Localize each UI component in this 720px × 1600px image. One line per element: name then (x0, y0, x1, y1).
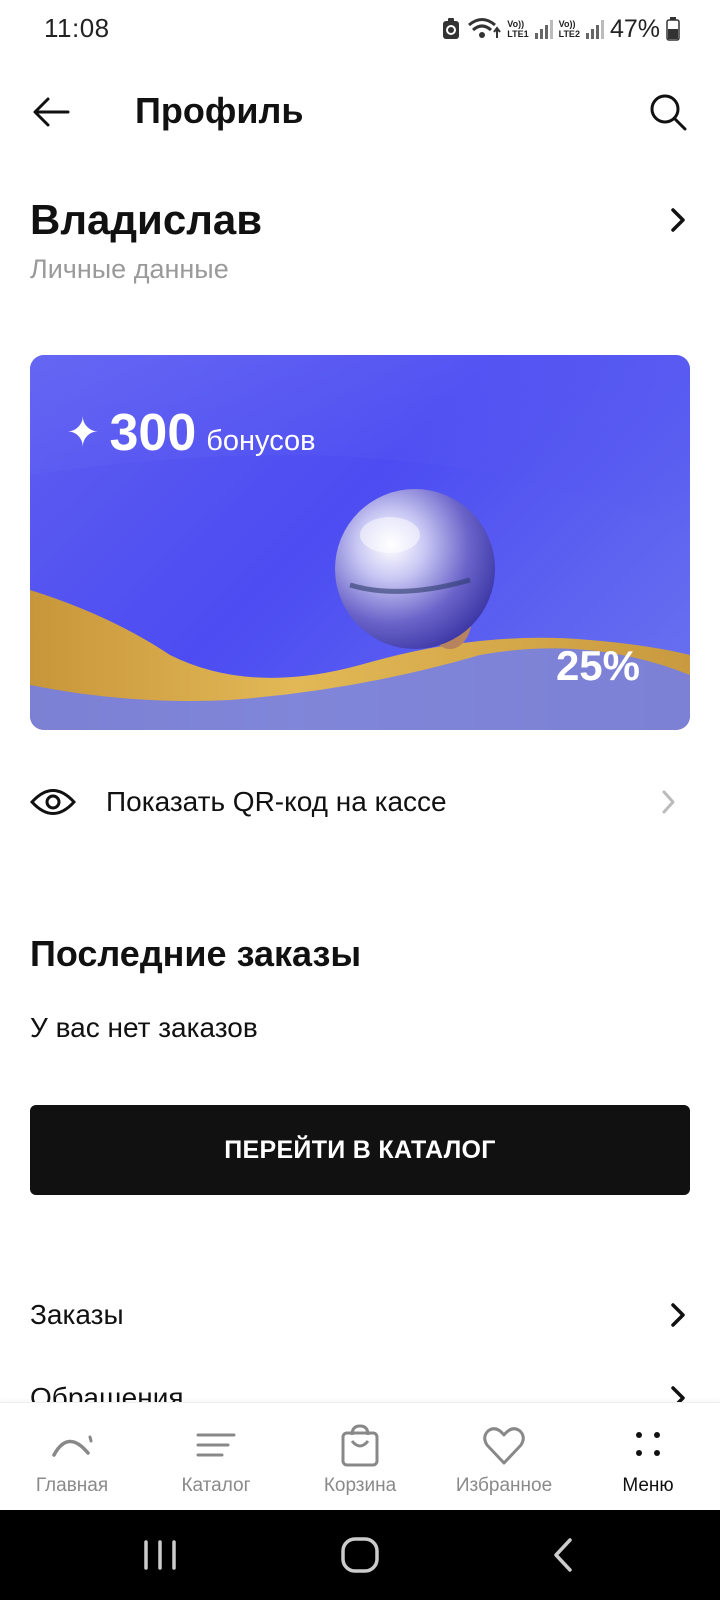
status-icons: Vo)) LTE1 Vo)) LTE2 47% (441, 12, 680, 46)
chevron-right-icon (671, 1303, 685, 1327)
go-to-catalog-button[interactable]: ПЕРЕЙТИ В КАТАЛОГ (30, 1105, 690, 1195)
signal-icon (534, 19, 553, 39)
nav-label: Каталог (181, 1475, 251, 1496)
recycle-icon (443, 18, 460, 39)
nav-label: Главная (35, 1475, 109, 1496)
dots-menu-icon (636, 1432, 660, 1456)
nav-home[interactable]: Главная (0, 1403, 144, 1510)
status-bar: 11:08 Vo)) LTE1 Vo)) LTE2 47% (0, 0, 720, 58)
signal-icon-2 (585, 19, 604, 39)
battery-percent: 47% (609, 14, 660, 43)
profile-link[interactable]: Владислав Личные данные (30, 196, 692, 296)
nav-cart[interactable]: Корзина (288, 1403, 432, 1510)
nav-menu[interactable]: Меню (576, 1403, 720, 1510)
search-icon[interactable] (644, 88, 692, 136)
orders-empty-text: У вас нет заказов (30, 1012, 258, 1043)
nav-label: Избранное (455, 1475, 553, 1496)
bonus-percent: 25% (555, 642, 640, 689)
nav-label: Корзина (323, 1475, 397, 1496)
home-arc-icon (52, 1435, 93, 1457)
profile-name: Владислав (30, 196, 263, 243)
chevron-right-icon (662, 790, 675, 814)
eye-icon (30, 789, 76, 815)
recent-orders-title: Последние заказы (30, 933, 362, 974)
home-icon[interactable] (336, 1532, 384, 1578)
recent-apps-icon[interactable] (136, 1532, 184, 1578)
menu-item-orders[interactable]: Заказы (30, 1285, 690, 1345)
bonus-card[interactable]: ✦ 300 бонусов 25% (30, 355, 690, 730)
sim1-indicator: Vo)) LTE1 (507, 19, 529, 39)
show-qr-row[interactable]: Показать QR-код на кассе (30, 770, 690, 834)
menu-item-label: Заказы (30, 1299, 124, 1330)
app-header: Профиль (0, 70, 720, 154)
bag-icon (341, 1424, 379, 1467)
sparkle-icon: ✦ (66, 411, 100, 455)
page-title: Профиль (135, 90, 304, 131)
status-time: 11:08 (44, 13, 110, 43)
nav-label: Меню (622, 1475, 674, 1496)
bonus-unit: бонусов (206, 425, 316, 457)
bottom-navigation: Главная Каталог Корзина Избранное Меню (0, 1402, 720, 1510)
nav-catalog[interactable]: Каталог (144, 1403, 288, 1510)
show-qr-label: Показать QR-код на кассе (106, 786, 447, 817)
arrow-left-icon[interactable] (28, 88, 76, 136)
heart-icon (483, 1427, 525, 1465)
bonus-balance: ✦ 300 бонусов (66, 403, 316, 463)
chevron-right-icon (671, 208, 685, 232)
nav-favorites[interactable]: Избранное (432, 1403, 576, 1510)
sim2-indicator: Vo)) LTE2 (558, 19, 580, 39)
profile-subtitle: Личные данные (30, 254, 229, 284)
bonus-amount: 300 (109, 404, 197, 462)
system-navigation-bar (0, 1510, 720, 1600)
battery-icon (666, 17, 680, 41)
catalog-lines-icon (196, 1433, 236, 1457)
back-icon[interactable] (540, 1532, 588, 1578)
wifi-icon (468, 18, 502, 38)
